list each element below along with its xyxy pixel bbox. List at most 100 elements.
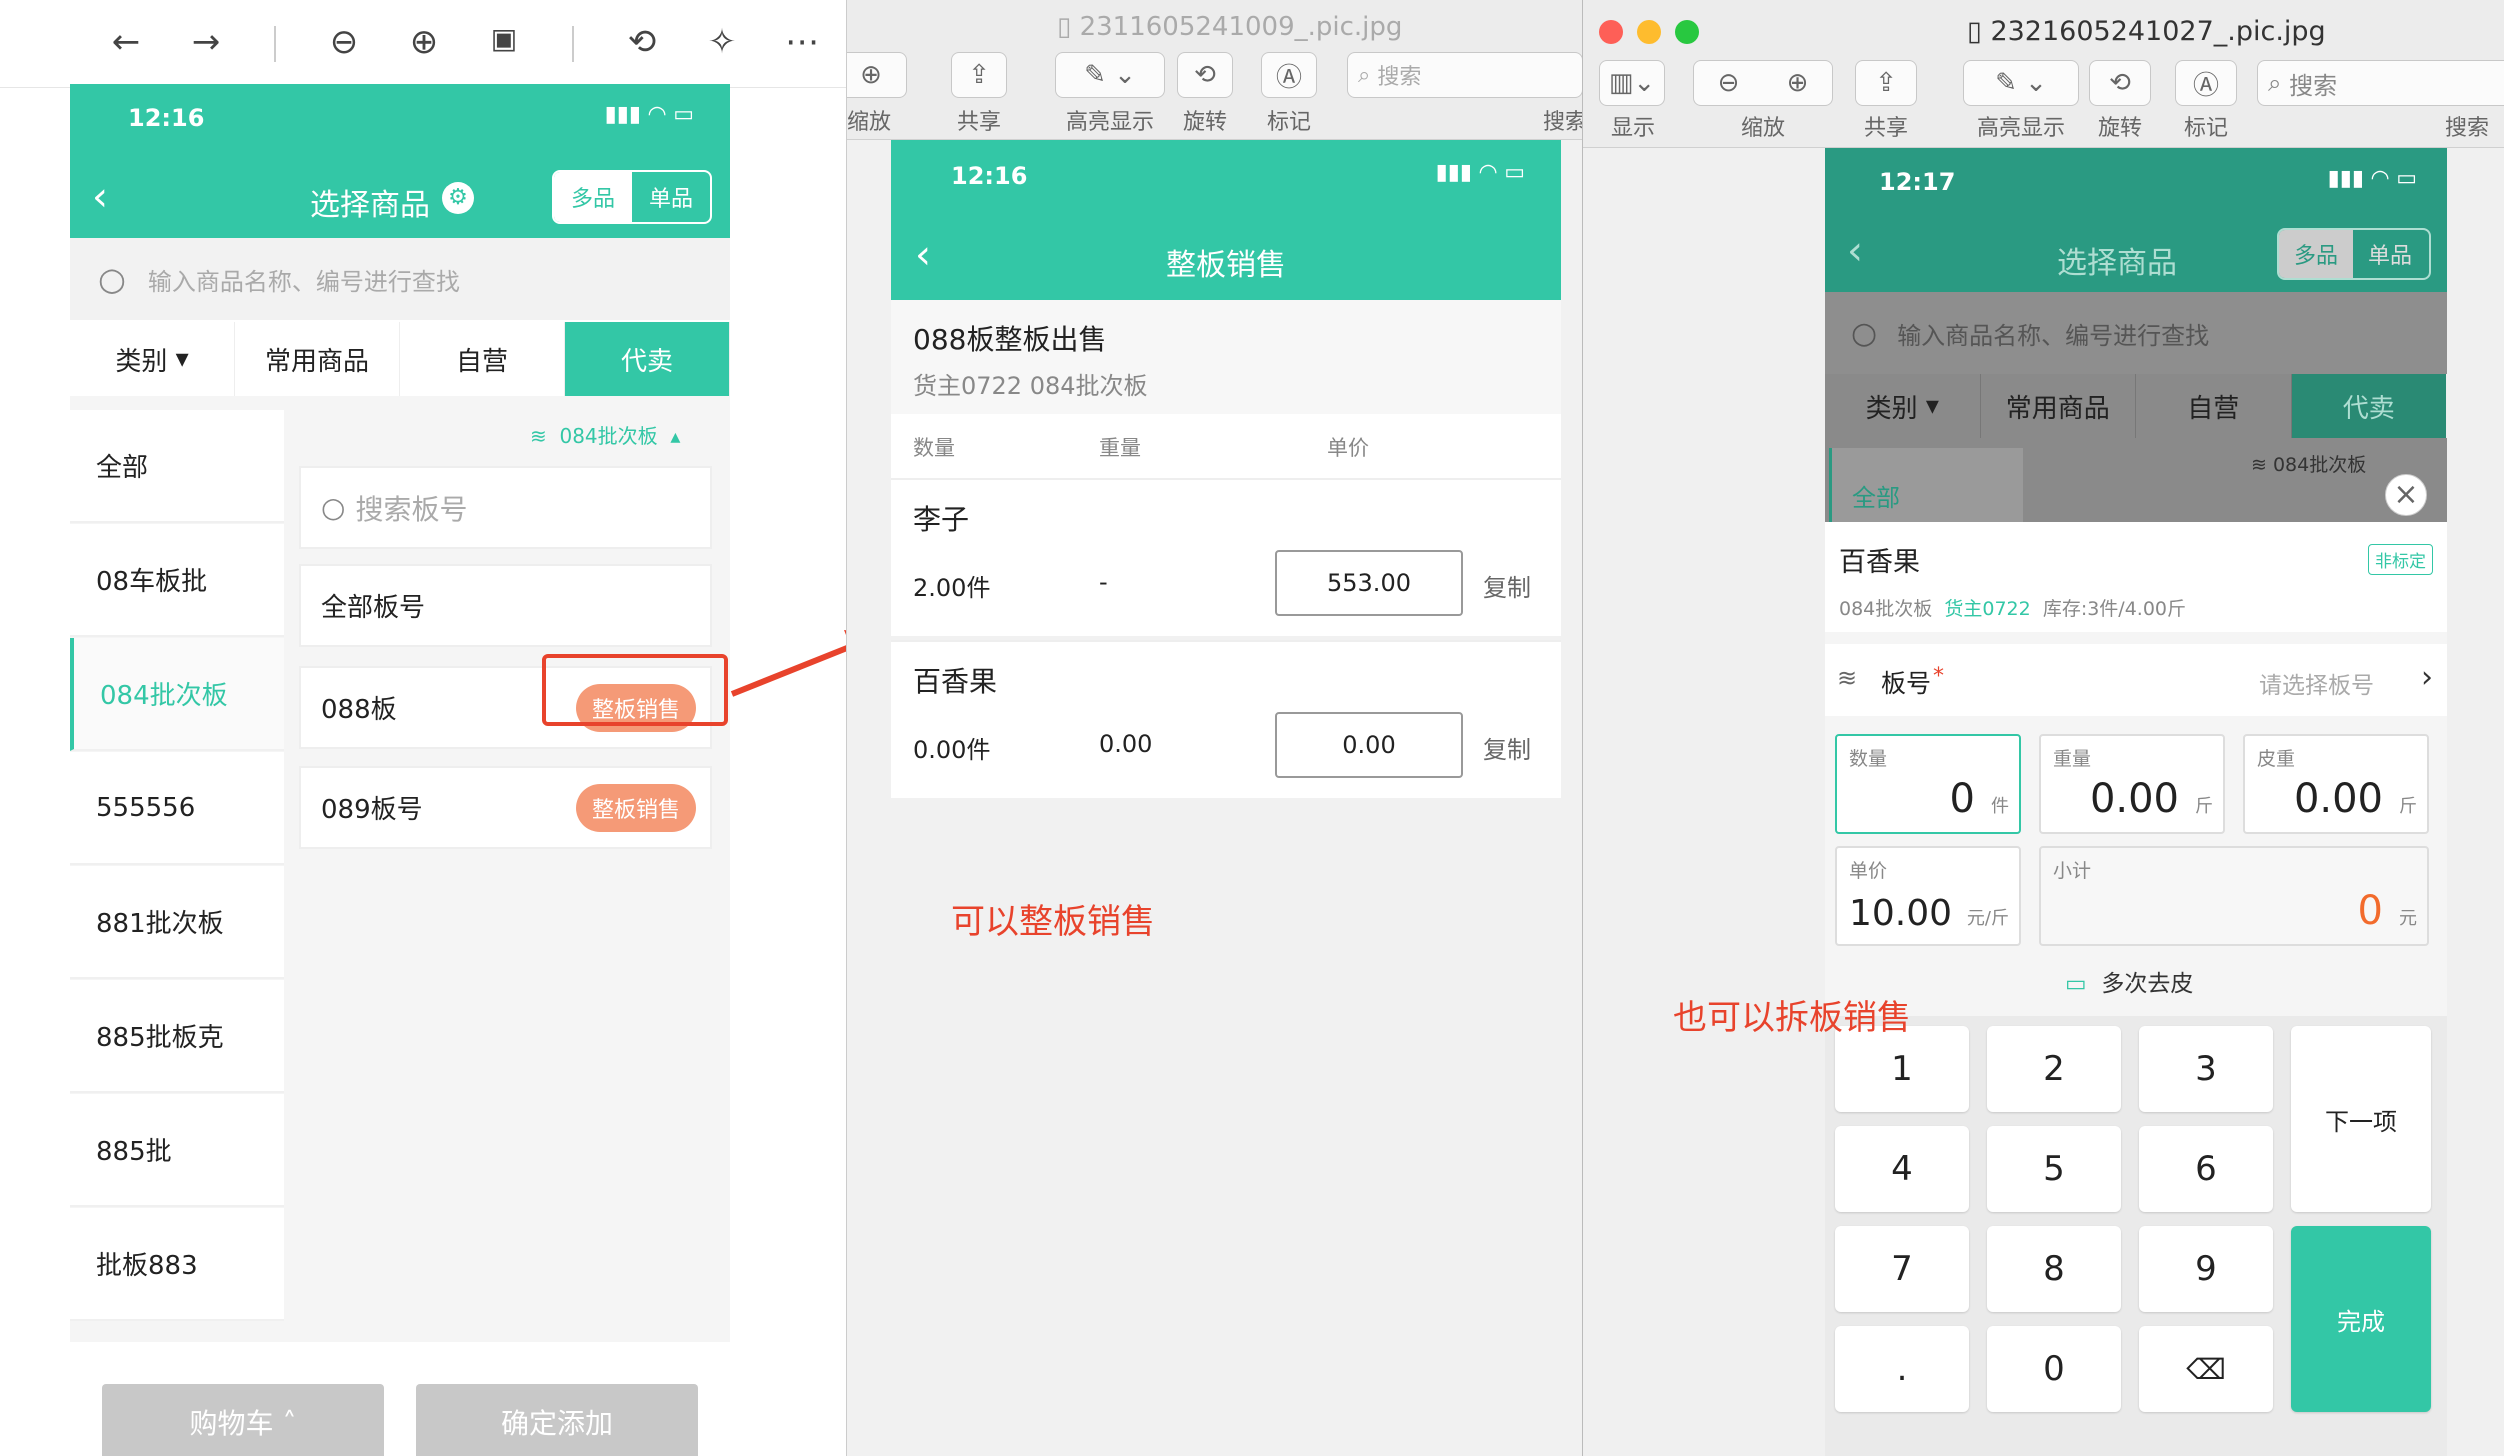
markup-label: 标记 [1266,110,1311,135]
sidebar-toggle-icon[interactable]: ▥⌄ [1599,60,1665,106]
rotate-icon[interactable]: ⟲ [1177,52,1233,98]
product-name: 百香果 [1839,547,1920,578]
markup-icon[interactable]: Ⓐ [2175,60,2237,106]
keypad: 1 2 3 下一项 4 5 6 7 8 9 完成 . 0 ⌫ [1825,1016,2447,1456]
multi-item-tab[interactable]: 多品 [2279,230,2353,278]
tab-self-run[interactable]: 自营 [400,322,565,396]
multi-item-tab[interactable]: 多品 [554,172,632,222]
key-2[interactable]: 2 [1987,1026,2121,1112]
tab-common[interactable]: 常用商品 [1981,374,2136,438]
sidebar-item[interactable]: 881批次板 [70,866,284,979]
key-5[interactable]: 5 [1987,1126,2121,1212]
batch-selector[interactable]: ≋ 084批次板 ▴ [530,420,680,449]
zoom-in-icon[interactable]: ⊕ [847,52,907,98]
board-search-input[interactable]: ○ 搜索板号 [299,466,712,549]
search-icon: ○ [1851,315,1878,351]
sidebar-item[interactable]: 全部 [1829,448,2023,522]
back-icon[interactable]: ‹ [1847,228,1863,274]
settings-icon[interactable]: ⚙ [442,182,474,214]
price-input[interactable]: 553.00 [1275,550,1463,616]
search-bar[interactable]: ○ 输入商品名称、编号进行查找 [1825,292,2447,374]
sidebar-item[interactable]: 885批板克 [70,980,284,1093]
cart-button[interactable]: 购物车 ˄ [102,1384,384,1456]
annotation-text: 可以整板销售 [951,902,1155,942]
markup-icon[interactable]: Ⓐ [1261,52,1317,98]
key-0[interactable]: 0 [1987,1326,2121,1412]
share-label: 共享 [956,110,1001,135]
sell-whole-board-button[interactable]: 整板销售 [575,783,696,832]
single-item-tab[interactable]: 单品 [632,172,710,222]
key-4[interactable]: 4 [1835,1126,1969,1212]
key-7[interactable]: 7 [1835,1226,1969,1312]
done-button[interactable]: 完成 [2291,1226,2431,1412]
board-selector-row[interactable]: ≋ 板号 * 请选择板号 › [1825,644,2447,716]
rotate-icon[interactable]: ⟲ [614,22,670,62]
share-icon[interactable]: ⇪ [1855,60,1917,106]
key-8[interactable]: 8 [1987,1226,2121,1312]
backspace-icon[interactable]: ⌫ [2139,1326,2273,1412]
unit-price-field[interactable]: 单价 10.00 元/斤 [1835,846,2021,946]
actual-size-icon[interactable]: ▣ [476,22,532,55]
key-3[interactable]: 3 [2139,1026,2273,1112]
tab-category[interactable]: 类别 ▾ [70,322,235,396]
sidebar-item[interactable]: 批板883 [70,1208,284,1321]
sidebar-item[interactable]: 08车板批 [70,524,284,637]
copy-button[interactable]: 复制 [1483,568,1531,603]
key-dot[interactable]: . [1835,1326,1969,1412]
tab-consign[interactable]: 代卖 [2291,374,2447,438]
confirm-add-button[interactable]: 确定添加 [416,1384,698,1456]
search-label: 搜索 [2444,116,2489,141]
sidebar-item[interactable]: 885批 [70,1094,284,1207]
page-title: 选择商品 [310,188,430,223]
required-mark: * [1933,664,1944,689]
price-input[interactable]: 0.00 [1275,712,1463,778]
copy-button[interactable]: 复制 [1483,730,1531,765]
search-bar[interactable]: ○ 输入商品名称、编号进行查找 [70,238,730,320]
tab-consign[interactable]: 代卖 [565,322,730,396]
nav-bar: 12:16 ▮▮▮ ◠ ▭ ‹ 整板销售 [891,140,1561,300]
highlight-icon[interactable]: ✎ ⌄ [1055,52,1165,98]
annotation-text: 也可以拆板销售 [1673,998,1911,1038]
status-icons: ▮▮▮ ◠ ▭ [2327,166,2417,191]
key-6[interactable]: 6 [2139,1126,2273,1212]
zoom-in-icon[interactable]: ⊕ [396,22,452,62]
zoom-in-icon[interactable]: ⊕ [1787,68,1809,98]
single-item-tab[interactable]: 单品 [2353,230,2427,278]
minimize-window-button[interactable] [1637,20,1661,44]
highlight-icon[interactable]: ✎ ⌄ [1963,60,2079,106]
key-9[interactable]: 9 [2139,1226,2273,1312]
close-icon[interactable]: × [2385,474,2427,516]
more-icon[interactable]: ⋯ [774,22,830,62]
tab-self-run[interactable]: 自营 [2136,374,2292,438]
search-field[interactable]: ⌕ 搜索 [1347,52,1582,98]
magic-wand-icon[interactable]: ✧ [694,22,750,62]
batch-selector[interactable]: ≋ 084批次板 [2251,450,2366,477]
sidebar-item[interactable]: 084批次板 [70,638,284,751]
zoom-window-button[interactable] [1675,20,1699,44]
back-icon[interactable]: ‹ [92,174,108,220]
zoom-out-icon[interactable]: ⊖ [1718,68,1740,98]
sidebar-item[interactable]: 555556 [70,752,284,865]
search-field[interactable]: ⌕ 搜索 [2257,60,2504,106]
tab-category[interactable]: 类别 ▾ [1825,374,1981,438]
board-item-all[interactable]: 全部板号 [299,564,712,647]
close-window-button[interactable] [1599,20,1623,44]
forward-arrow-icon[interactable]: → [178,22,234,62]
sidebar-item[interactable]: 全部 [70,410,284,523]
layers-icon: ≋ [530,424,547,448]
multi-tare-button[interactable]: ▭ 多次去皮 [2065,964,2365,1012]
back-arrow-icon[interactable]: ← [98,22,154,62]
status-icons: ▮▮▮ ◠ ▭ [1435,160,1525,185]
subtotal-field: 小计 0 元 [2039,846,2429,946]
rotate-icon[interactable]: ⟲ [2089,60,2151,106]
share-icon[interactable]: ⇪ [951,52,1007,98]
board-item[interactable]: 089板号 整板销售 [299,766,712,849]
tare-field[interactable]: 皮重 0.00 斤 [2243,734,2429,834]
zoom-out-icon[interactable]: ⊖ [316,22,372,62]
tab-common[interactable]: 常用商品 [235,322,400,396]
weight-field[interactable]: 重量 0.00 斤 [2039,734,2225,834]
phone-screen: 12:17 ▮▮▮ ◠ ▭ ‹ 选择商品 多品 单品 ○ 输入商品名称、编号进行… [1825,148,2447,1456]
quantity-field[interactable]: 数量 0 件 [1835,734,2021,834]
next-button[interactable]: 下一项 [2291,1026,2431,1212]
search-label: 搜索 [1542,110,1582,135]
